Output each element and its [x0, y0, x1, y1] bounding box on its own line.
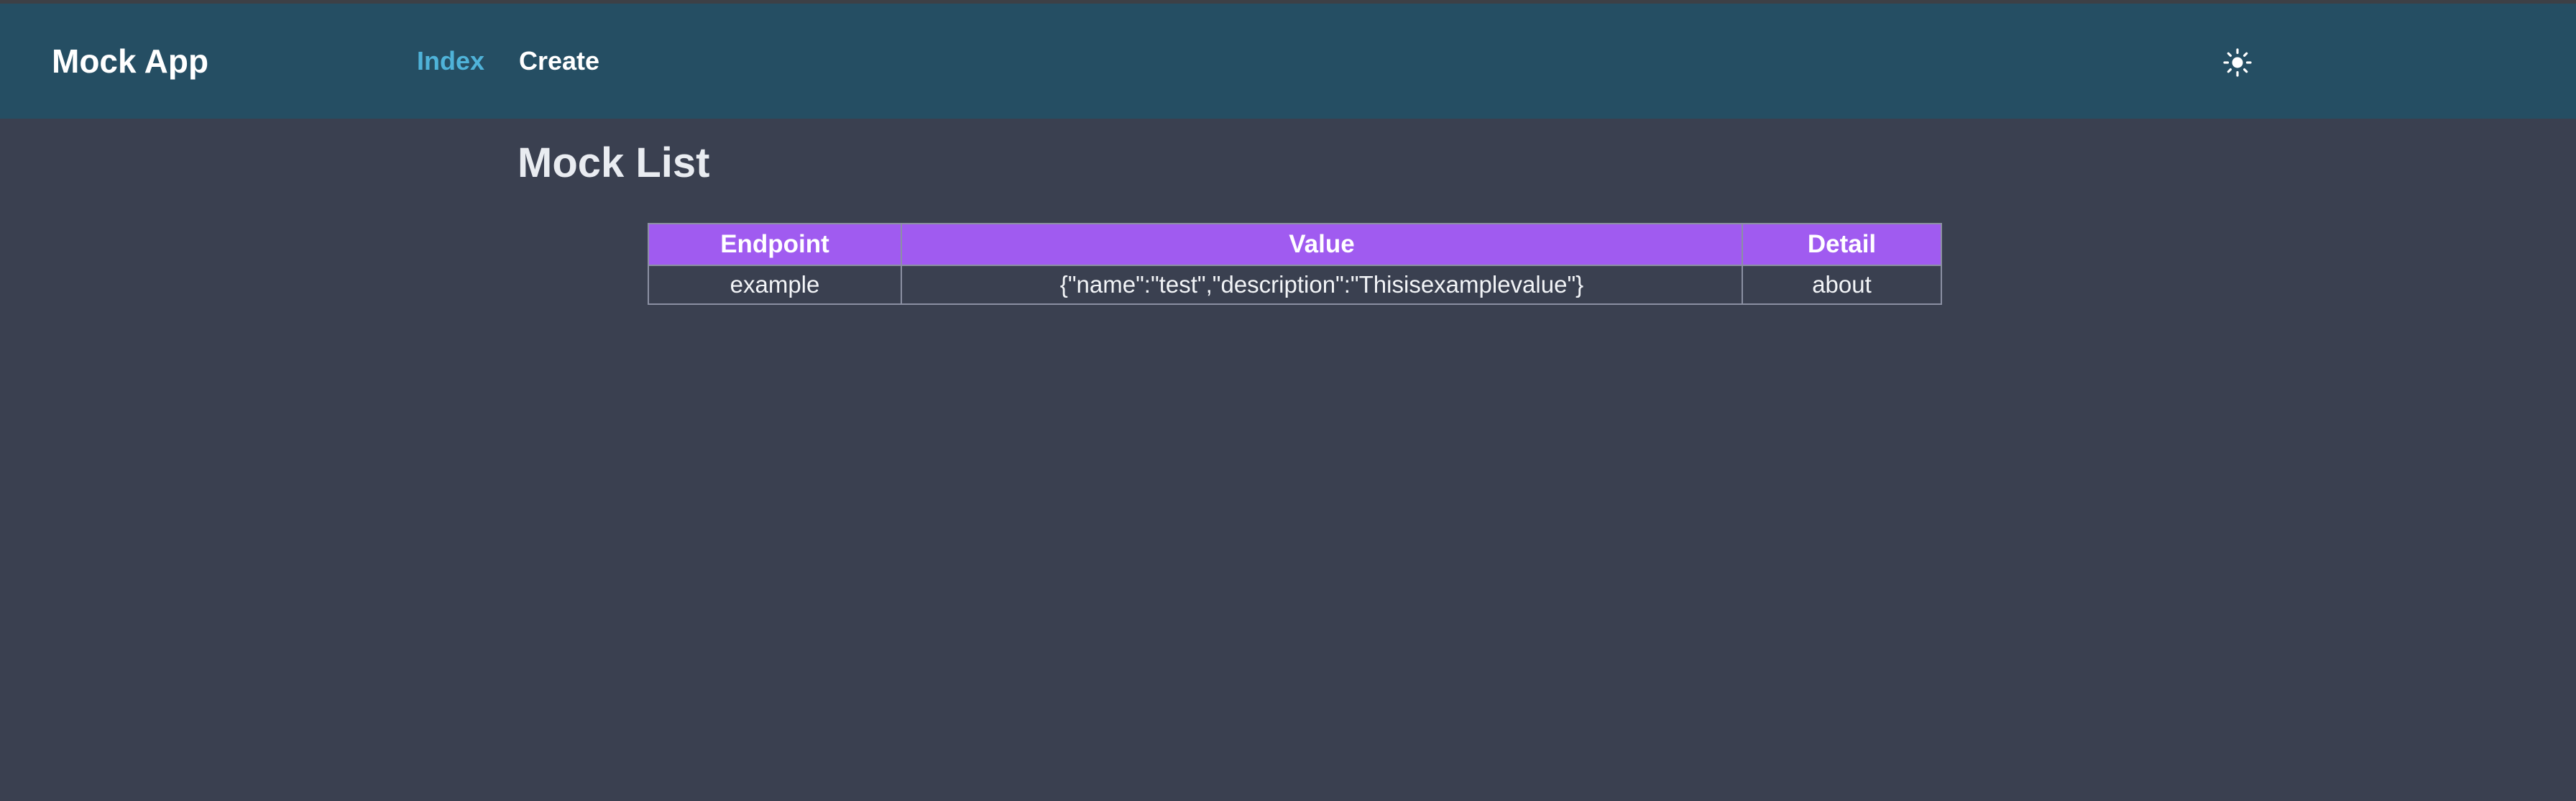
- mock-list-table: Endpoint Value Detail example {"name":"t…: [648, 223, 1942, 305]
- navbar: Mock App Index Create: [0, 4, 2576, 119]
- theme-toggle-button[interactable]: [2222, 47, 2253, 78]
- sun-icon: [2223, 48, 2252, 77]
- page-title: Mock List: [518, 139, 710, 186]
- nav-link-index[interactable]: Index: [417, 45, 484, 77]
- table-header-row: Endpoint Value Detail: [648, 223, 1942, 266]
- cell-endpoint: example: [648, 265, 902, 305]
- column-header-value: Value: [901, 223, 1743, 266]
- column-header-detail: Detail: [1742, 223, 1942, 266]
- app-brand[interactable]: Mock App: [52, 41, 208, 81]
- table-row: example {"name":"test","description":"Th…: [648, 265, 1942, 305]
- cell-detail: about: [1742, 265, 1942, 305]
- detail-link-about[interactable]: about: [1812, 271, 1872, 298]
- nav-link-create[interactable]: Create: [519, 45, 599, 77]
- column-header-endpoint: Endpoint: [648, 223, 902, 266]
- cell-value: {"name":"test","description":"Thisisexam…: [901, 265, 1743, 305]
